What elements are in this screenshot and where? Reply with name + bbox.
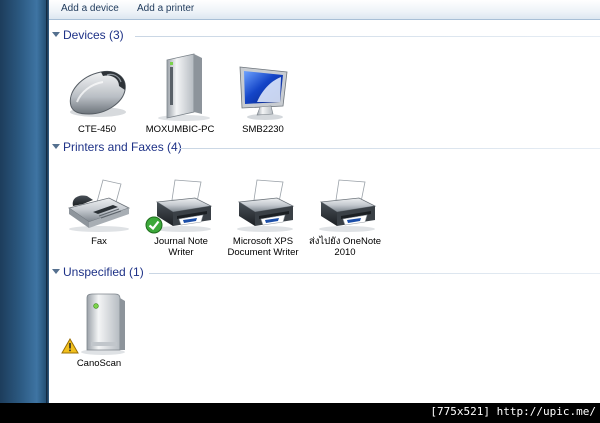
group-header-unspecified[interactable]: Unspecified (1)	[49, 265, 600, 283]
screenshot-frame: Add a device Add a printer Devices (3) C…	[0, 0, 600, 423]
group-divider	[135, 36, 600, 37]
device-tile-canoscan[interactable]: CanoScan	[57, 292, 141, 369]
collapse-arrow-icon[interactable]	[52, 269, 60, 274]
device-label: CTE-450	[77, 124, 116, 135]
group-header-printers[interactable]: Printers and Faxes (4)	[49, 140, 600, 158]
computer-tower-icon	[158, 53, 210, 121]
group-title-printers: Printers and Faxes (4)	[63, 140, 182, 154]
warning-icon	[61, 338, 79, 354]
group-divider	[149, 273, 600, 274]
device-tile-moxumbic-pc[interactable]: MOXUMBIC-PC	[138, 50, 222, 135]
add-printer-button[interactable]: Add a printer	[137, 3, 194, 14]
navigation-pane	[0, 0, 46, 403]
printer-icon	[319, 179, 377, 232]
collapse-arrow-icon[interactable]	[52, 32, 60, 37]
printer-tile-microsoft-xps-document-writer[interactable]: Microsoft XPS Document Writer	[221, 178, 305, 258]
group-title-devices: Devices (3)	[63, 28, 124, 42]
device-list: Devices (3) CTE-450 MOXUMBIC-PC SMB2230 …	[49, 20, 600, 403]
group-divider	[179, 148, 600, 149]
printer-icon	[237, 179, 295, 232]
printer-label: Microsoft XPS Document Writer	[227, 236, 299, 258]
printer-tile-send-to-onenote-2010[interactable]: ส่งไปยัง OneNote 2010	[303, 178, 387, 258]
group-header-devices[interactable]: Devices (3)	[49, 28, 600, 46]
group-title-unspecified: Unspecified (1)	[63, 265, 144, 279]
fax-icon	[68, 179, 131, 232]
printer-tile-fax[interactable]: Fax	[57, 178, 141, 247]
mouse-icon	[69, 70, 126, 117]
device-label: CanoScan	[76, 358, 122, 369]
command-bar: Add a device Add a printer	[49, 0, 600, 20]
printer-label: Fax	[91, 236, 107, 247]
devices-and-printers-window: Add a device Add a printer Devices (3) C…	[49, 0, 600, 403]
add-device-button[interactable]: Add a device	[61, 3, 119, 14]
default-printer-check-icon	[145, 216, 163, 234]
monitor-icon	[239, 66, 288, 120]
watermark-text: [775x521] http://upic.me/	[430, 405, 596, 418]
device-label: SMB2230	[242, 124, 284, 135]
collapse-arrow-icon[interactable]	[52, 144, 60, 149]
device-tile-cte-450[interactable]: CTE-450	[55, 62, 139, 135]
printer-tile-journal-note-writer[interactable]: Journal Note Writer	[139, 178, 223, 258]
printer-label: ส่งไปยัง OneNote 2010	[308, 236, 382, 258]
device-tile-smb2230[interactable]: SMB2230	[221, 62, 305, 135]
watermark-bar: [775x521] http://upic.me/	[0, 403, 600, 423]
device-label: MOXUMBIC-PC	[145, 124, 215, 135]
printer-label: Journal Note Writer	[154, 236, 208, 258]
